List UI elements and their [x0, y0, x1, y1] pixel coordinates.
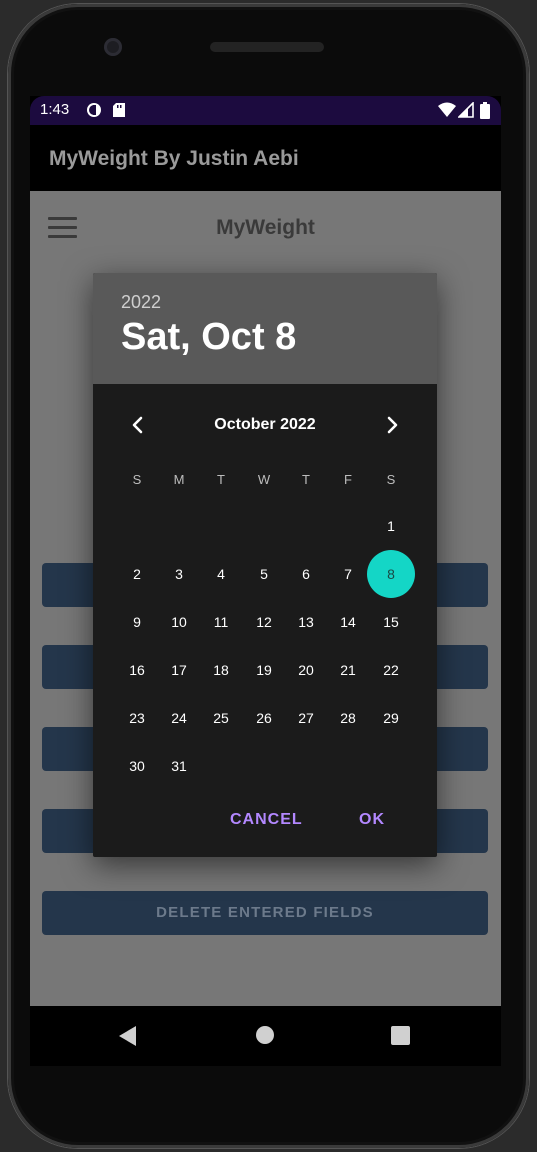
calendar-day[interactable]: 16 — [117, 650, 157, 690]
weekday-label: W — [257, 472, 271, 487]
device-screen: 1:43 MyWeight By Justin Aebi MyWeight DE… — [30, 96, 501, 1066]
weekday-label: S — [386, 472, 396, 487]
weekday-label: M — [173, 472, 185, 487]
calendar-day[interactable]: 4 — [201, 554, 241, 594]
calendar-day[interactable]: 17 — [159, 650, 199, 690]
date-picker-header: 2022 Sat, Oct 8 — [93, 273, 437, 384]
calendar-day[interactable]: 6 — [286, 554, 326, 594]
weekday-label: T — [217, 472, 225, 487]
date-picker-dialog: 2022 Sat, Oct 8 October 2022 SMTWTFS 123… — [93, 273, 437, 857]
weekday-label: S — [132, 472, 142, 487]
calendar-day[interactable]: 24 — [159, 698, 199, 738]
cell-signal-icon — [458, 102, 474, 118]
calendar-day[interactable]: 12 — [244, 602, 284, 642]
status-time: 1:43 — [40, 101, 70, 118]
calendar-day[interactable]: 18 — [201, 650, 241, 690]
sync-icon — [87, 103, 101, 117]
ok-button[interactable]: OK — [359, 811, 385, 829]
calendar-day[interactable]: 9 — [117, 602, 157, 642]
calendar-day[interactable]: 23 — [117, 698, 157, 738]
front-camera — [104, 38, 122, 56]
calendar-day-selected[interactable]: 8 — [367, 550, 415, 598]
calendar-day[interactable]: 14 — [328, 602, 368, 642]
calendar-day[interactable]: 20 — [286, 650, 326, 690]
app-title: MyWeight By Justin Aebi — [49, 147, 299, 170]
calendar-day[interactable]: 5 — [244, 554, 284, 594]
calendar-day[interactable]: 27 — [286, 698, 326, 738]
battery-icon — [480, 102, 490, 119]
calendar-day[interactable]: 22 — [371, 650, 411, 690]
calendar-day[interactable]: 28 — [328, 698, 368, 738]
back-icon[interactable] — [118, 1025, 138, 1047]
calendar-day[interactable]: 7 — [328, 554, 368, 594]
status-bar: 1:43 — [30, 96, 501, 125]
calendar-day[interactable]: 10 — [159, 602, 199, 642]
calendar-day[interactable]: 31 — [159, 746, 199, 786]
calendar-day[interactable]: 30 — [117, 746, 157, 786]
home-icon[interactable] — [255, 1025, 275, 1045]
delete-entered-fields-button[interactable]: DELETE ENTERED FIELDS — [42, 891, 488, 935]
cancel-button[interactable]: CANCEL — [230, 811, 303, 829]
calendar-day[interactable]: 26 — [244, 698, 284, 738]
calendar-day[interactable]: 2 — [117, 554, 157, 594]
weekday-label: F — [344, 472, 352, 487]
calendar-day[interactable]: 25 — [201, 698, 241, 738]
wifi-icon — [438, 102, 456, 117]
calendar-day[interactable]: 19 — [244, 650, 284, 690]
calendar-day[interactable]: 11 — [201, 602, 241, 642]
weekday-label: T — [302, 472, 310, 487]
sd-card-icon — [113, 103, 125, 117]
next-month-icon[interactable] — [382, 415, 402, 435]
calendar-day[interactable]: 29 — [371, 698, 411, 738]
earpiece-speaker — [210, 42, 324, 52]
page-title: MyWeight — [216, 216, 315, 239]
overview-icon[interactable] — [391, 1026, 410, 1045]
app-bar: MyWeight By Justin Aebi — [30, 125, 501, 191]
selected-date: Sat, Oct 8 — [121, 316, 297, 358]
calendar-day[interactable]: 15 — [371, 602, 411, 642]
calendar-day[interactable]: 21 — [328, 650, 368, 690]
calendar-day[interactable]: 3 — [159, 554, 199, 594]
calendar-day[interactable]: 13 — [286, 602, 326, 642]
calendar-day[interactable]: 1 — [371, 506, 411, 546]
navigation-bar — [30, 1006, 501, 1066]
selected-year[interactable]: 2022 — [121, 292, 161, 313]
